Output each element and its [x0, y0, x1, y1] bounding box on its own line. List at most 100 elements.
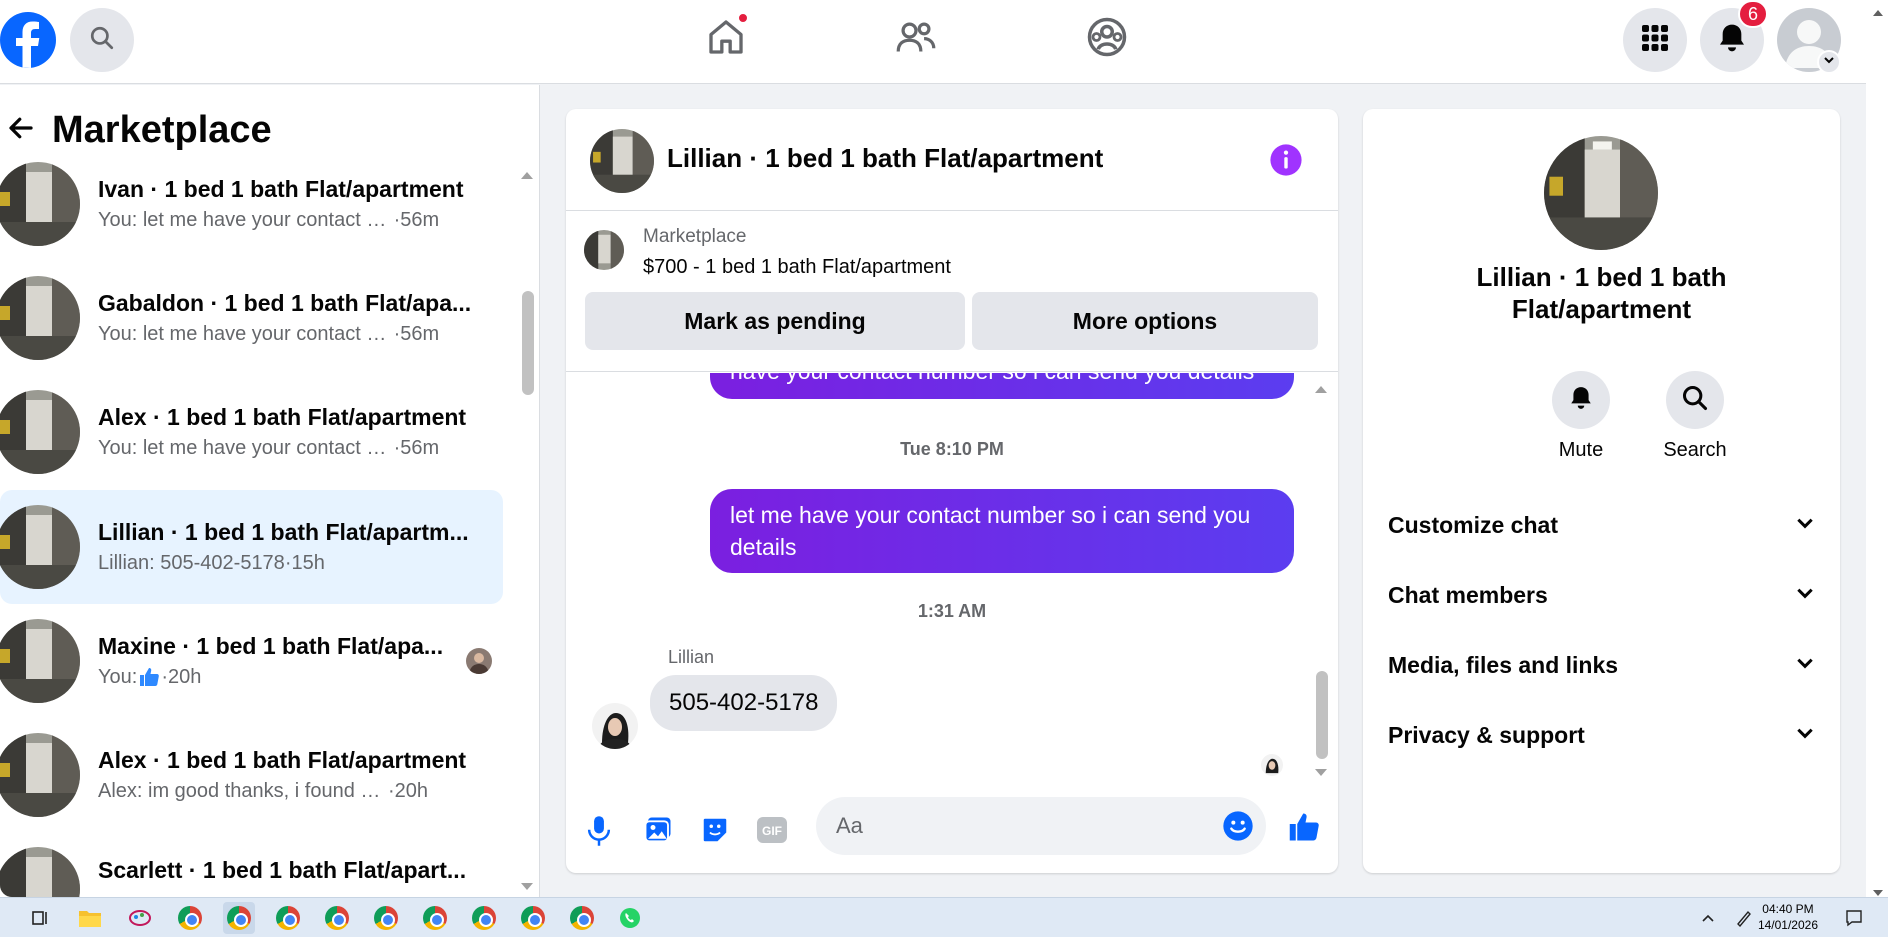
page-scrollbar[interactable] — [1866, 0, 1888, 897]
pen-icon[interactable] — [1728, 902, 1760, 934]
listing-thumbnail — [0, 733, 80, 817]
conversation-snippet: Alex: im good thanks, i found a pl... — [98, 780, 388, 802]
chevron-down-icon — [1795, 722, 1815, 749]
chrome-browser-icon[interactable] — [517, 902, 549, 934]
outgoing-message-partial[interactable]: have your contact number so i can send y… — [710, 373, 1294, 399]
search-in-conversation-button[interactable]: Search — [1655, 371, 1735, 462]
groups-tab[interactable] — [1082, 14, 1132, 64]
message-input[interactable]: Aa — [816, 797, 1266, 855]
page-scroll-up-arrow[interactable] — [1872, 4, 1884, 22]
home-notification-dot — [737, 12, 749, 24]
conversation-snippet: You: let me have your contact nu... — [98, 209, 388, 231]
conversation-name: Alex · 1 bed 1 bath Flat/apartment — [98, 404, 467, 430]
customize-chat-section[interactable]: Customize chat — [1388, 497, 1815, 553]
sender-avatar[interactable] — [592, 703, 638, 749]
chrome-browser-icon[interactable] — [419, 902, 451, 934]
thread-scroll-down-arrow[interactable] — [1314, 765, 1328, 783]
chat-title[interactable]: Lillian · 1 bed 1 bath Flat/apartment — [667, 143, 1103, 174]
gif-icon[interactable]: GIF — [756, 816, 788, 849]
conversation-item[interactable]: Alex · 1 bed 1 bath Flat/apartment Alex:… — [0, 718, 503, 832]
conversation-snippet: You: let me have your contact nu... — [98, 437, 388, 459]
chrome-browser-icon[interactable] — [468, 902, 500, 934]
groups-icon — [1086, 16, 1128, 63]
paint-app-icon[interactable] — [124, 902, 156, 934]
conversation-item[interactable]: Scarlett · 1 bed 1 bath Flat/apart... — [0, 832, 503, 897]
marketplace-title: Marketplace — [52, 108, 272, 151]
menu-button[interactable] — [1623, 8, 1687, 72]
mute-label: Mute — [1558, 439, 1604, 461]
notifications-badge: 6 — [1738, 0, 1768, 28]
chrome-browser-icon[interactable] — [321, 902, 353, 934]
conversation-time: ·56m — [393, 323, 440, 345]
clock-date: 14/01/2026 — [1757, 918, 1818, 932]
details-listing-avatar[interactable] — [1544, 136, 1658, 250]
listing-thumbnail — [0, 276, 80, 360]
chrome-browser-icon[interactable] — [370, 902, 402, 934]
file-explorer-icon[interactable] — [74, 902, 106, 934]
conversation-item[interactable]: Alex · 1 bed 1 bath Flat/apartment You: … — [0, 375, 503, 489]
chevron-up-icon[interactable] — [1692, 902, 1724, 934]
conversation-item[interactable]: Gabaldon · 1 bed 1 bath Flat/apa... You:… — [0, 261, 503, 375]
thread-scroll-up-arrow[interactable] — [1314, 381, 1328, 399]
conversation-time: ·15h — [284, 552, 325, 574]
chrome-browser-icon-active[interactable] — [223, 902, 255, 934]
privacy-support-section[interactable]: Privacy & support — [1388, 707, 1815, 763]
task-view-icon[interactable] — [24, 902, 56, 934]
conversation-name: Maxine · 1 bed 1 bath Flat/apa... — [98, 633, 444, 659]
outgoing-message[interactable]: let me have your contact number so i can… — [710, 489, 1294, 573]
media-files-links-section[interactable]: Media, files and links — [1388, 637, 1815, 693]
list-scroll-down-arrow[interactable] — [520, 879, 534, 897]
more-options-button[interactable]: More options — [972, 292, 1318, 350]
info-icon[interactable] — [1269, 143, 1303, 182]
mark-as-pending-button[interactable]: Mark as pending — [585, 292, 965, 350]
read-receipt-avatar — [1261, 754, 1283, 776]
mute-button[interactable]: Mute — [1541, 371, 1621, 462]
thread-scrollbar-thumb[interactable] — [1316, 671, 1328, 759]
chrome-browser-icon[interactable] — [566, 902, 598, 934]
chat-header: Lillian · 1 bed 1 bath Flat/apartment — [566, 109, 1338, 211]
timestamp: 1:31 AM — [917, 601, 987, 621]
chat-details-panel: Lillian · 1 bed 1 bath Flat/apartment Mu… — [1363, 109, 1840, 873]
message-input-placeholder: Aa — [836, 813, 863, 838]
incoming-message[interactable]: 505-402-5178 — [650, 675, 838, 731]
listing-banner-thumbnail[interactable] — [584, 230, 624, 270]
home-tab[interactable] — [701, 12, 751, 64]
emoji-icon[interactable] — [1222, 810, 1254, 847]
account-menu-chevron[interactable] — [1817, 50, 1841, 74]
search-circle[interactable] — [1666, 371, 1724, 429]
friends-icon — [895, 17, 937, 62]
chat-members-section[interactable]: Chat members — [1388, 567, 1815, 623]
whatsapp-icon[interactable] — [614, 902, 646, 934]
list-scrollbar-thumb[interactable] — [522, 291, 534, 395]
section-label: Customize chat — [1388, 511, 1558, 538]
listing-thumbnail — [0, 390, 80, 474]
section-label: Chat members — [1388, 581, 1548, 608]
chrome-browser-icon[interactable] — [272, 902, 304, 934]
bell-icon — [1716, 22, 1748, 59]
conversation-snippet: You: — [98, 666, 138, 688]
listing-thumbnail — [0, 847, 80, 897]
taskbar-clock[interactable]: 04:40 PM 14/01/2026 — [1758, 901, 1818, 933]
back-arrow-icon[interactable] — [6, 113, 36, 148]
sender-name: Lillian — [668, 647, 715, 667]
conversation-item-selected[interactable]: Lillian · 1 bed 1 bath Flat/apartm... Li… — [0, 490, 503, 604]
search-icon — [89, 25, 115, 56]
list-scroll-up-arrow[interactable] — [520, 167, 534, 185]
like-send-icon[interactable] — [1286, 809, 1322, 850]
conversation-item[interactable]: Ivan · 1 bed 1 bath Flat/apartment You: … — [0, 147, 503, 261]
search-button[interactable] — [70, 8, 134, 72]
mute-circle[interactable] — [1552, 371, 1610, 429]
microphone-icon[interactable] — [586, 815, 612, 852]
listing-source-label: Marketplace — [643, 226, 747, 247]
conversation-item[interactable]: Maxine · 1 bed 1 bath Flat/apa... You: ·… — [0, 604, 503, 718]
listing-title[interactable]: $700 - 1 bed 1 bath Flat/apartment — [643, 256, 951, 279]
facebook-logo[interactable] — [0, 8, 56, 72]
photo-icon[interactable] — [643, 815, 673, 850]
notification-center-icon[interactable] — [1838, 902, 1870, 934]
bell-icon — [1568, 385, 1594, 416]
friends-tab[interactable] — [891, 14, 941, 64]
chrome-browser-icon[interactable] — [174, 902, 206, 934]
listing-thumbnail — [0, 619, 80, 703]
sticker-icon[interactable] — [700, 815, 730, 850]
chat-listing-avatar[interactable] — [590, 129, 654, 193]
